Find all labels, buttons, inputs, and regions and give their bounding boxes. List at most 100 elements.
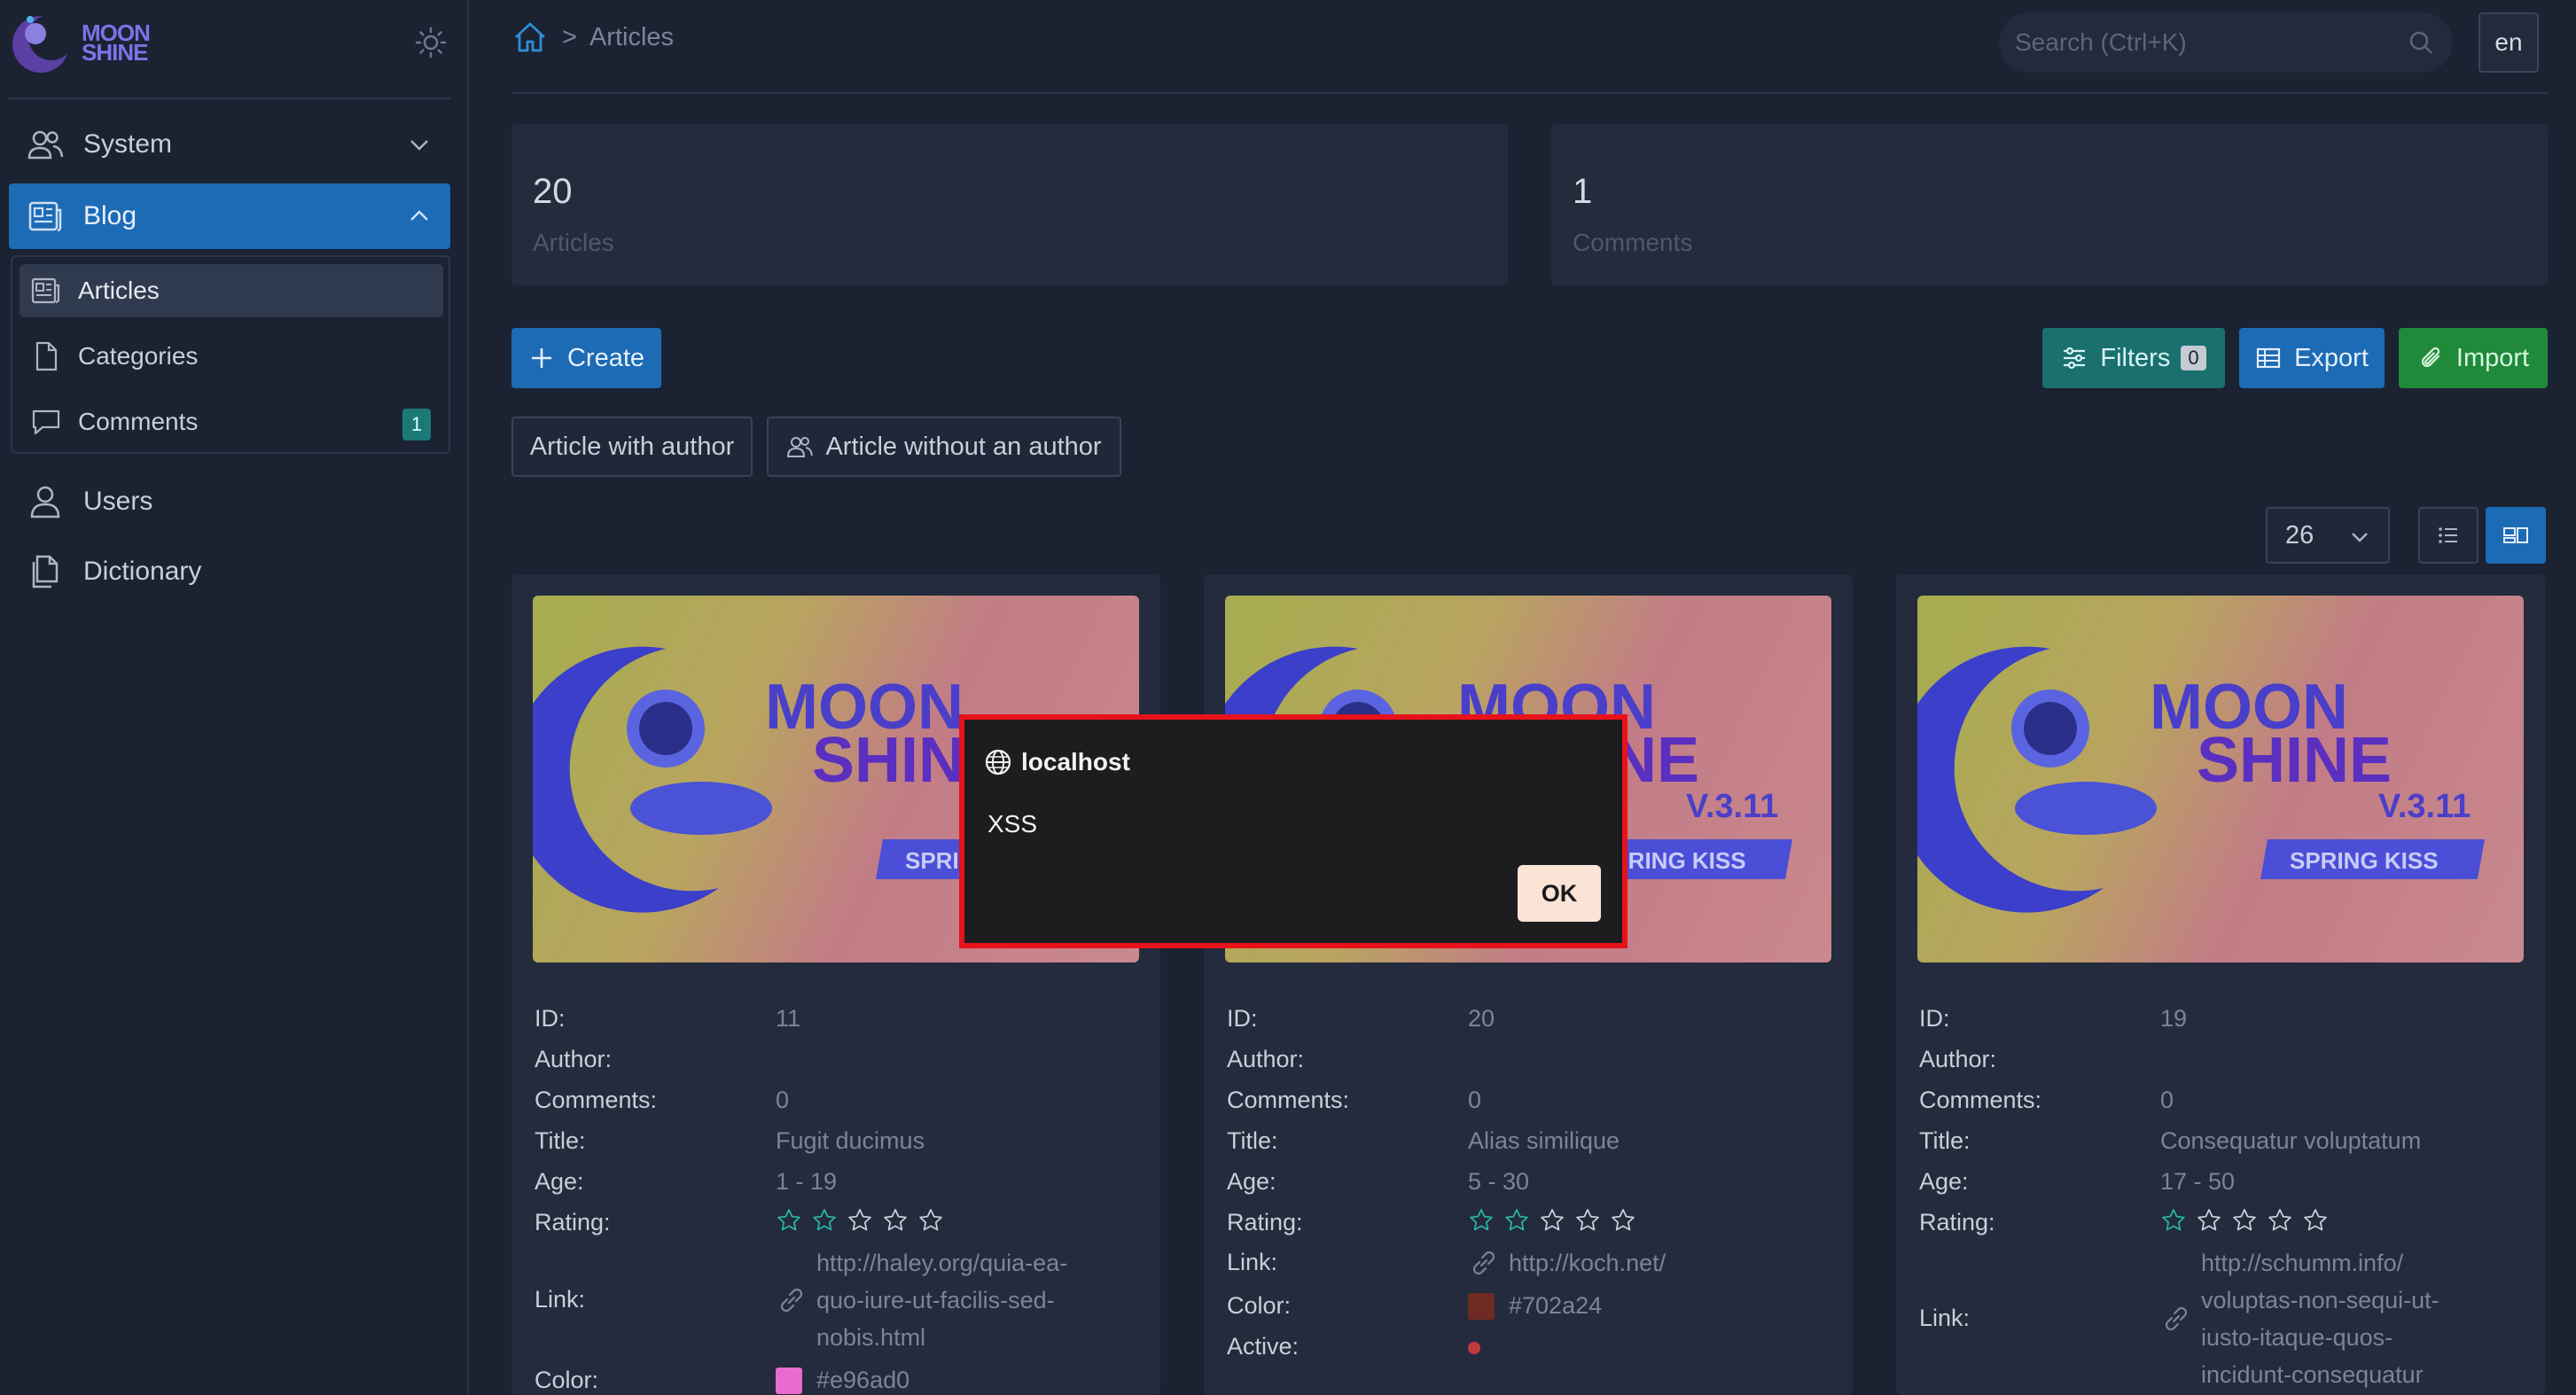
star-filled-icon[interactable]	[1503, 1207, 1530, 1234]
sidebar-item-label: Users	[83, 487, 153, 516]
sidebar-divider	[9, 97, 450, 99]
sidebar-item-comments[interactable]: Comments 1	[20, 395, 443, 448]
metric-articles: 20 Articles	[511, 124, 1508, 285]
language-switcher[interactable]: en	[2478, 12, 2539, 73]
query-tag-without-author[interactable]: Article without an author	[767, 417, 1121, 477]
field-label-rating: Rating:	[535, 1209, 611, 1235]
filters-count-badge: 0	[2181, 346, 2206, 370]
field-value-age: 1 - 19	[776, 1168, 838, 1195]
article-link[interactable]: http://schumm.info/voluptas-non-sequi-ut…	[2201, 1244, 2439, 1393]
star-empty-icon[interactable]	[2196, 1207, 2222, 1234]
sidebar-item-articles[interactable]: Articles	[20, 264, 443, 317]
link-icon	[780, 1288, 803, 1313]
field-value-title: Alias similique	[1468, 1127, 1620, 1154]
newspaper-icon	[28, 201, 62, 232]
alert-dialog: localhost XSS OK	[959, 714, 1628, 948]
sidebar-item-dictionary[interactable]: Dictionary	[9, 539, 450, 604]
article-link[interactable]: http://haley.org/quia-ea-quo-iure-ut-fac…	[816, 1244, 1067, 1356]
comments-count-badge: 1	[402, 409, 431, 440]
star-filled-icon[interactable]	[2160, 1207, 2187, 1234]
field-label-comments: Comments:	[1227, 1087, 1350, 1113]
sidebar-item-blog[interactable]: Blog	[9, 183, 450, 249]
users-icon	[787, 437, 814, 457]
star-empty-icon[interactable]	[1574, 1207, 1601, 1234]
field-label-age: Age:	[1919, 1168, 1969, 1195]
plus-icon	[531, 348, 551, 368]
paperclip-icon	[2421, 347, 2440, 368]
link-icon-wrap	[776, 1284, 808, 1316]
grid-view-button[interactable]	[2486, 507, 2546, 564]
import-button-label: Import	[2455, 343, 2530, 372]
field-label-age: Age:	[1227, 1168, 1276, 1195]
query-tag-label: Article without an author	[825, 432, 1102, 461]
ok-button[interactable]: OK	[1518, 865, 1601, 922]
table-icon	[2256, 347, 2281, 369]
logo[interactable]: MOON SHINE	[9, 7, 151, 78]
search-input[interactable]: Search (Ctrl+K)	[1999, 12, 2453, 73]
star-empty-icon[interactable]	[2267, 1207, 2293, 1234]
sidebar-item-label: Comments	[78, 408, 199, 435]
field-label-link: Link:	[535, 1286, 586, 1313]
dialog-message: XSS	[987, 810, 1038, 838]
grid-icon	[2503, 527, 2528, 543]
sidebar: MOON SHINE System Blog Articles Categori…	[0, 0, 469, 1395]
field-value-id: 20	[1468, 1005, 1495, 1032]
list-view-button[interactable]	[2418, 507, 2478, 564]
field-value-id: 11	[776, 1005, 801, 1032]
search-icon	[2409, 31, 2432, 54]
globe-icon	[985, 749, 1011, 775]
search-placeholder: Search (Ctrl+K)	[2015, 28, 2187, 56]
article-thumbnail[interactable]: MOONSHINEV.3.11SPRING KISS	[1917, 596, 2524, 962]
sidebar-item-categories[interactable]: Categories	[20, 330, 443, 383]
field-label-rating: Rating:	[1919, 1209, 1995, 1235]
field-value-age: 5 - 30	[1468, 1168, 1530, 1195]
sidebar-item-label: Articles	[78, 277, 160, 304]
dialog-title: localhost	[984, 748, 1130, 776]
sun-icon[interactable]	[415, 27, 447, 58]
query-tag-label: Article with author	[529, 432, 735, 461]
field-value-title: Consequatur voluptatum	[2160, 1127, 2422, 1154]
home-icon[interactable]	[512, 19, 548, 55]
users-icon	[27, 130, 64, 160]
user-icon	[30, 486, 60, 518]
import-button[interactable]: Import	[2399, 328, 2548, 388]
sidebar-item-system[interactable]: System	[9, 112, 450, 177]
field-label-author: Author:	[1227, 1046, 1305, 1072]
field-value-color: #e96ad0	[816, 1367, 910, 1393]
article-link[interactable]: http://koch.net/	[1509, 1244, 1666, 1282]
article-card[interactable]: MOON SHINE V.3.11 SPRING KISS ID: 19 Author: Co…	[1896, 574, 2545, 1395]
star-filled-icon[interactable]	[776, 1207, 802, 1234]
sidebar-item-users[interactable]: Users	[9, 469, 450, 534]
sidebar-item-label: Dictionary	[83, 557, 202, 586]
article-card[interactable]: MOONSHINEV.3.11SPRING KISSID:20Author:Co…	[1204, 574, 1853, 1395]
star-filled-icon[interactable]	[1468, 1207, 1495, 1234]
star-empty-icon[interactable]	[917, 1207, 944, 1234]
field-label-title: Title:	[1919, 1127, 1971, 1154]
filters-button[interactable]: Filters 0	[2042, 328, 2225, 388]
field-label-author: Author:	[535, 1046, 613, 1072]
per-page-select[interactable]: 26	[2266, 507, 2390, 564]
list-icon	[2439, 527, 2457, 543]
breadcrumb: > Articles	[512, 19, 674, 55]
metric-value: 1	[1573, 172, 1593, 211]
star-empty-icon[interactable]	[882, 1207, 909, 1234]
star-empty-icon[interactable]	[1610, 1207, 1636, 1234]
export-button[interactable]: Export	[2239, 328, 2385, 388]
field-label-rating: Rating:	[1227, 1209, 1303, 1235]
article-card[interactable]: MOONSHINEV.3.11SPRING KISSID:11Author:Co…	[511, 574, 1160, 1395]
create-button[interactable]: Create	[511, 328, 661, 388]
metric-value: 20	[533, 172, 573, 211]
star-empty-icon[interactable]	[2231, 1207, 2258, 1234]
star-empty-icon[interactable]	[847, 1207, 873, 1234]
metric-label: Articles	[533, 229, 614, 256]
star-empty-icon[interactable]	[1539, 1207, 1565, 1234]
field-label-age: Age:	[535, 1168, 584, 1195]
logo-text: MOON SHINE	[82, 19, 151, 66]
field-label-id: ID:	[1919, 1005, 1950, 1032]
chevron-down-icon	[2352, 533, 2368, 542]
star-empty-icon[interactable]	[2302, 1207, 2329, 1234]
query-tag-with-author[interactable]: Article with author	[511, 417, 753, 477]
field-label-id: ID:	[535, 1005, 566, 1032]
star-filled-icon[interactable]	[811, 1207, 838, 1234]
field-value-comments: 0	[776, 1087, 790, 1113]
